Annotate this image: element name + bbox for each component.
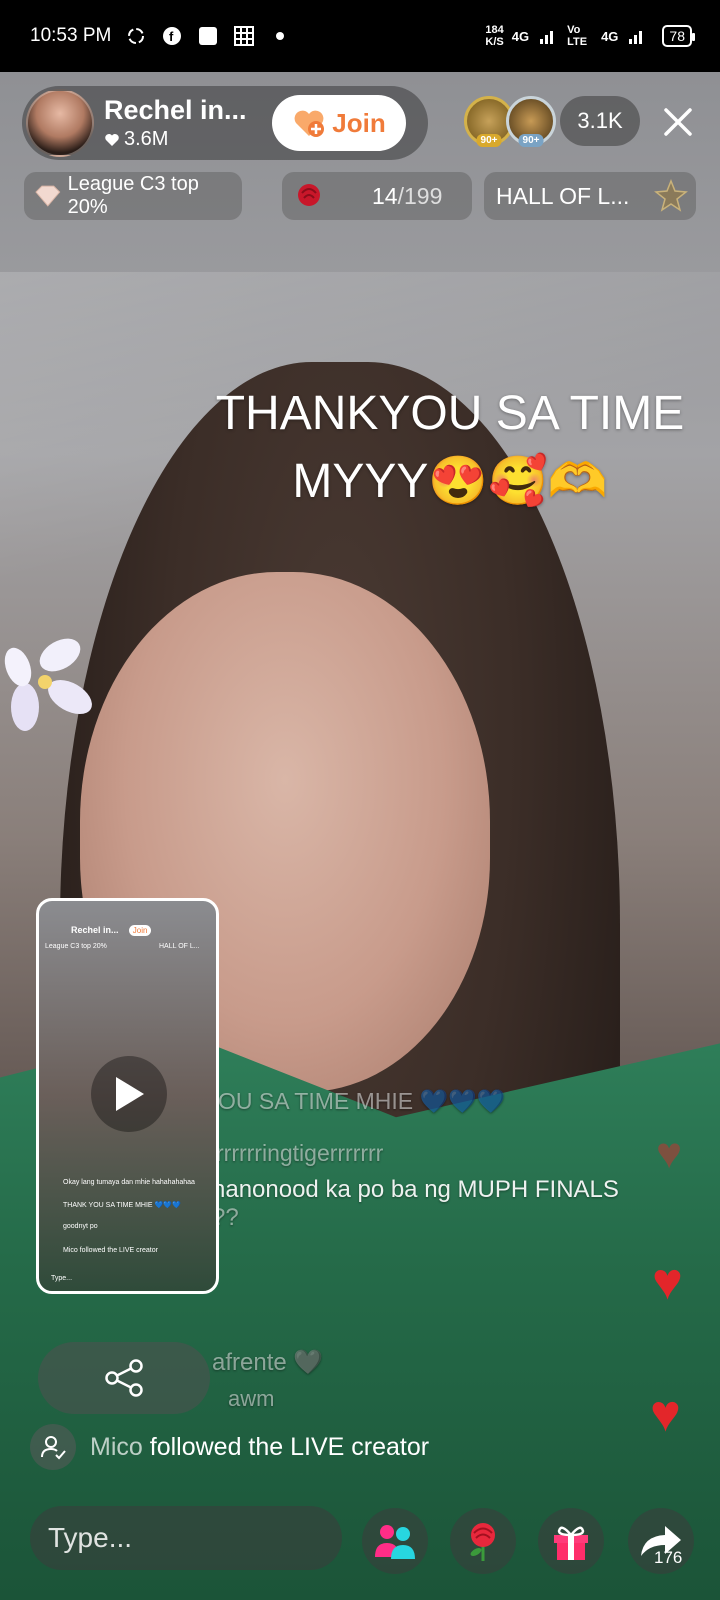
diamond-icon	[35, 185, 61, 207]
pip-preview[interactable]: Rechel in... Join League C3 top 20% HALL…	[36, 898, 219, 1294]
comment-placeholder: Type...	[48, 1522, 133, 1553]
sync-icon	[125, 25, 147, 47]
pip-header: Rechel in... Join	[45, 925, 152, 936]
host-avatar[interactable]	[26, 89, 94, 157]
pip-hall: HALL OF L...	[159, 943, 200, 950]
user-check-icon	[30, 1424, 76, 1470]
floating-heart-icon: ♥	[656, 1129, 683, 1178]
viewer-level-badge: 90+	[476, 134, 502, 147]
chat-message[interactable]: nanonood ka po ba ng MUPH FINALS	[212, 1176, 619, 1204]
rose-icon	[470, 1523, 495, 1561]
rose-count: 14/199	[372, 182, 443, 209]
league-chip[interactable]: League C3 top 20%	[24, 172, 242, 220]
heart-icon	[105, 133, 119, 146]
caption-line-1: THANKYOU SA TIME	[215, 387, 685, 440]
viewer-count[interactable]: 3.1K	[560, 96, 640, 146]
chat-message[interactable]: afrente 🩶	[212, 1348, 323, 1377]
pip-chat: THANK YOU SA TIME MHIE 💙💙💙	[63, 1202, 181, 1209]
top-viewers[interactable]: 90+ 90+ 3.1K	[464, 96, 640, 147]
dot-icon	[269, 25, 291, 47]
network-speed: 184 K/S	[485, 24, 504, 48]
signal-bars-icon	[537, 25, 559, 47]
svg-text:f: f	[169, 29, 174, 44]
comment-input[interactable]: Type...	[30, 1506, 342, 1570]
flower-icon	[4, 638, 92, 731]
close-button[interactable]	[658, 102, 698, 142]
rose-icon	[298, 184, 320, 206]
signal-bars-icon-2	[626, 25, 648, 47]
join-heart-icon	[294, 110, 325, 137]
rose-goal-chip[interactable]: 14/199	[282, 172, 472, 220]
share-button[interactable]	[38, 1342, 210, 1414]
league-label: League C3 top 20%	[67, 173, 199, 218]
chat-message[interactable]: OU SA TIME MHIE 💙💙💙	[218, 1088, 505, 1115]
share-icon	[105, 1359, 143, 1397]
viewer-level-badge: 90+	[518, 134, 544, 147]
gift-icon	[554, 1526, 588, 1560]
signal-volte: Vo LTE	[567, 24, 588, 48]
pip-chat: Mico followed the LIVE creator	[63, 1247, 158, 1254]
gift-button[interactable]	[538, 1508, 604, 1574]
host-likes: 3.6M	[104, 128, 264, 151]
chat-message: awm	[228, 1386, 275, 1411]
battery-indicator: 78	[662, 25, 695, 47]
hall-label: HALL OF L...	[496, 182, 630, 209]
floating-heart-icon: ♥	[650, 1385, 681, 1443]
viewer-avatar[interactable]: 90+	[506, 96, 556, 147]
hall-badge-icon	[654, 179, 688, 212]
follow-notice: Mico followed the LIVE creator	[30, 1424, 429, 1470]
stream-caption: THANKYOU SA TIME MYYY😍🥰🫶	[190, 380, 710, 516]
host-name: Rechel in...	[104, 95, 247, 125]
pip-type: Type...	[51, 1275, 73, 1282]
grid-icon	[233, 25, 255, 47]
play-button[interactable]	[91, 1056, 167, 1132]
signal-4g-2: 4G	[601, 28, 619, 44]
signal-4g-1: 4G	[511, 28, 530, 44]
pip-chat: Okay lang tumaya dan mhie hahahahahaa	[63, 1179, 195, 1186]
multi-guest-button[interactable]	[362, 1508, 428, 1574]
join-label: Join	[332, 107, 386, 138]
close-icon	[664, 108, 692, 136]
chat-message[interactable]: rrrrrringtigerrrrrrr	[216, 1140, 383, 1167]
facebook-icon: f	[161, 25, 183, 47]
app-square-icon	[197, 25, 219, 47]
pip-chat: goodnyt po	[63, 1223, 98, 1230]
status-bar: 10:53 PM f 184 K/S 4G Vo LTE 4G 78	[0, 0, 720, 72]
follow-text: Mico followed the LIVE creator	[90, 1432, 430, 1461]
follow-user[interactable]: Mico	[90, 1433, 143, 1461]
host-info-pill[interactable]: Rechel in... 3.6M Join	[22, 86, 428, 160]
pip-league: League C3 top 20%	[45, 943, 107, 950]
caption-line-2: MYYY😍🥰🫶	[292, 455, 608, 508]
hall-of-fame-chip[interactable]: HALL OF L...	[484, 172, 696, 220]
share-count: 176	[654, 1548, 683, 1567]
play-icon	[116, 1077, 144, 1111]
status-time: 10:53 PM	[30, 25, 112, 46]
join-button[interactable]: Join	[272, 95, 406, 151]
people-icon	[375, 1525, 415, 1559]
rose-gift-button[interactable]	[450, 1508, 516, 1574]
floating-heart-icon: ♥	[652, 1253, 683, 1311]
